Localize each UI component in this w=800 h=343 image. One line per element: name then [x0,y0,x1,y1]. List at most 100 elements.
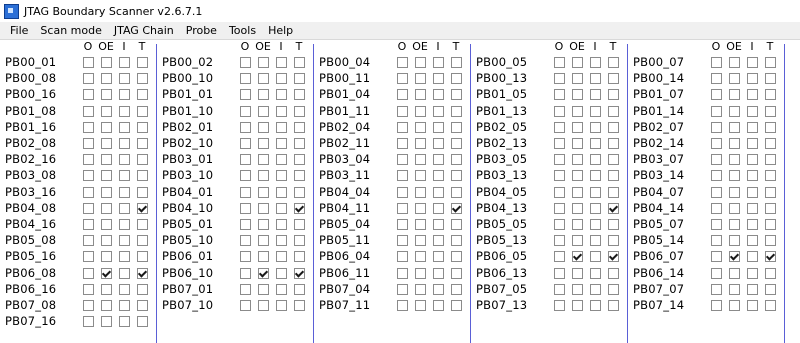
input-checkbox[interactable] [590,186,601,198]
tristate-checkbox[interactable] [294,105,305,117]
input-checkbox[interactable] [590,154,601,166]
output-checkbox[interactable] [240,300,251,311]
output-enable-checkbox[interactable] [258,105,269,117]
tristate-checkbox[interactable] [451,138,462,149]
tristate-checkbox[interactable] [294,267,305,279]
input-checkbox[interactable] [276,202,287,214]
input-checkbox[interactable] [747,57,758,68]
output-enable-checkbox[interactable] [258,89,269,101]
output-checkbox[interactable] [554,105,565,117]
tristate-checkbox[interactable] [765,57,776,68]
output-checkbox[interactable] [397,73,408,85]
tristate-checkbox[interactable] [608,267,619,279]
output-checkbox[interactable] [240,170,251,182]
output-checkbox[interactable] [397,154,408,166]
tristate-checkbox[interactable] [608,105,619,117]
input-checkbox[interactable] [276,170,287,182]
tristate-checkbox[interactable] [608,283,619,295]
output-enable-checkbox[interactable] [729,73,740,85]
output-enable-checkbox[interactable] [572,267,583,279]
output-checkbox[interactable] [397,251,408,263]
input-checkbox[interactable] [747,251,758,263]
output-checkbox[interactable] [397,219,408,230]
output-enable-checkbox[interactable] [572,235,583,247]
input-checkbox[interactable] [590,170,601,182]
tristate-checkbox[interactable] [765,121,776,133]
output-checkbox[interactable] [397,186,408,198]
input-checkbox[interactable] [276,300,287,311]
output-checkbox[interactable] [397,57,408,68]
output-enable-checkbox[interactable] [572,283,583,295]
output-enable-checkbox[interactable] [101,251,112,263]
output-enable-checkbox[interactable] [258,154,269,166]
output-checkbox[interactable] [711,154,722,166]
output-checkbox[interactable] [397,105,408,117]
input-checkbox[interactable] [590,267,601,279]
tristate-checkbox[interactable] [608,89,619,101]
output-enable-checkbox[interactable] [101,73,112,85]
input-checkbox[interactable] [433,170,444,182]
output-checkbox[interactable] [83,73,94,85]
tristate-checkbox[interactable] [137,170,148,182]
output-checkbox[interactable] [83,300,94,311]
output-enable-checkbox[interactable] [729,170,740,182]
tristate-checkbox[interactable] [765,202,776,214]
output-enable-checkbox[interactable] [258,121,269,133]
output-enable-checkbox[interactable] [415,154,426,166]
output-checkbox[interactable] [83,170,94,182]
output-enable-checkbox[interactable] [572,73,583,85]
output-enable-checkbox[interactable] [572,138,583,149]
tristate-checkbox[interactable] [608,138,619,149]
input-checkbox[interactable] [747,267,758,279]
output-enable-checkbox[interactable] [258,251,269,263]
output-enable-checkbox[interactable] [258,235,269,247]
input-checkbox[interactable] [590,219,601,230]
output-checkbox[interactable] [711,57,722,68]
output-checkbox[interactable] [240,154,251,166]
output-enable-checkbox[interactable] [572,89,583,101]
output-checkbox[interactable] [711,251,722,263]
tristate-checkbox[interactable] [765,283,776,295]
output-checkbox[interactable] [240,251,251,263]
output-checkbox[interactable] [83,283,94,295]
input-checkbox[interactable] [276,251,287,263]
output-checkbox[interactable] [83,219,94,230]
output-checkbox[interactable] [83,235,94,247]
output-checkbox[interactable] [83,186,94,198]
input-checkbox[interactable] [276,121,287,133]
output-enable-checkbox[interactable] [101,121,112,133]
input-checkbox[interactable] [747,138,758,149]
output-enable-checkbox[interactable] [729,251,740,263]
tristate-checkbox[interactable] [608,170,619,182]
input-checkbox[interactable] [590,202,601,214]
output-enable-checkbox[interactable] [415,186,426,198]
tristate-checkbox[interactable] [608,154,619,166]
menu-scan-mode[interactable]: Scan mode [34,24,107,37]
tristate-checkbox[interactable] [451,73,462,85]
output-checkbox[interactable] [554,251,565,263]
output-enable-checkbox[interactable] [415,283,426,295]
tristate-checkbox[interactable] [765,251,776,263]
output-checkbox[interactable] [240,267,251,279]
input-checkbox[interactable] [590,300,601,311]
output-checkbox[interactable] [554,89,565,101]
input-checkbox[interactable] [747,186,758,198]
output-enable-checkbox[interactable] [101,300,112,311]
output-checkbox[interactable] [711,89,722,101]
output-enable-checkbox[interactable] [729,57,740,68]
tristate-checkbox[interactable] [608,251,619,263]
input-checkbox[interactable] [433,283,444,295]
input-checkbox[interactable] [747,283,758,295]
input-checkbox[interactable] [433,105,444,117]
tristate-checkbox[interactable] [451,202,462,214]
output-enable-checkbox[interactable] [101,235,112,247]
input-checkbox[interactable] [590,89,601,101]
input-checkbox[interactable] [433,138,444,149]
tristate-checkbox[interactable] [451,154,462,166]
input-checkbox[interactable] [433,121,444,133]
output-enable-checkbox[interactable] [258,73,269,85]
output-checkbox[interactable] [83,154,94,166]
tristate-checkbox[interactable] [137,267,148,279]
tristate-checkbox[interactable] [137,73,148,85]
menu-tools[interactable]: Tools [223,24,262,37]
